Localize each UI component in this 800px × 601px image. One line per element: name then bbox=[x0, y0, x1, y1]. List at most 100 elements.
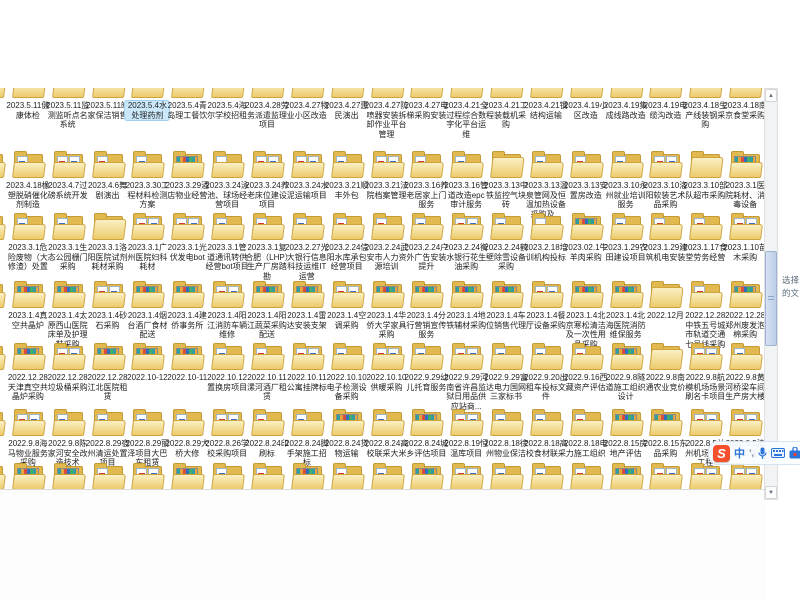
folder-label: 2023.3.21顺丰外包 bbox=[325, 181, 369, 200]
folder-icon bbox=[450, 150, 482, 178]
folder-item[interactable]: 2022.10-12 bbox=[127, 342, 167, 414]
folder-label: 2023.1.4分行营销宣传服务 bbox=[404, 311, 448, 340]
folder-item[interactable]: 2023.02.1牛羊肉采购 bbox=[566, 212, 606, 284]
folder-item[interactable]: 2023.2.18培训机构投标 bbox=[526, 212, 566, 284]
folder-icon bbox=[12, 150, 44, 178]
folder-icon bbox=[251, 212, 283, 240]
folder-label: 2022.8.18高校食材联采 bbox=[524, 439, 568, 458]
folder-label: 2023.3.13中铁监控气块砖 bbox=[484, 181, 528, 210]
folder-icon bbox=[649, 462, 681, 490]
folder-label: 2022.8.24印刷标 bbox=[245, 439, 289, 458]
folder-icon bbox=[729, 280, 761, 308]
folder-item[interactable]: 2023.3.1光伏发电bot bbox=[167, 212, 207, 284]
folder-item[interactable]: 2022.10-11 bbox=[167, 342, 207, 414]
folder-icon bbox=[92, 150, 124, 178]
folder-item[interactable]: 2023.3.1复合肥（LHP）生产厂房踏勘 bbox=[247, 212, 287, 284]
keyboard-icon[interactable] bbox=[771, 448, 785, 458]
folder-item[interactable]: 2022.9.8南通农业竞价 bbox=[645, 342, 685, 414]
folder-icon bbox=[291, 280, 323, 308]
scroll-down-button[interactable]: ▼ bbox=[765, 486, 777, 499]
folder-icon bbox=[92, 462, 124, 490]
folder-icon bbox=[450, 408, 482, 436]
folder-icon bbox=[570, 280, 602, 308]
folder-label: 2023.3.1管道通讯转供经营bot项目 bbox=[205, 243, 249, 272]
folder-item[interactable]: 2022.9.8黄河桥梁车间生产房大楼 bbox=[725, 342, 765, 414]
folder-icon bbox=[649, 342, 681, 370]
folder-icon bbox=[52, 150, 84, 178]
folder-icon bbox=[52, 212, 84, 240]
folder-item[interactable]: 2023.3.1管道通讯转供经营bot项目 bbox=[207, 212, 247, 284]
ime-language-indicator[interactable]: 中 bbox=[734, 445, 745, 461]
folder-label: 2023.3.29酒店物业经营 bbox=[165, 181, 209, 200]
folder-label: 2022.8.24货物运输 bbox=[325, 439, 369, 458]
folder-icon bbox=[12, 280, 44, 308]
scrollbar-thumb[interactable] bbox=[765, 251, 777, 346]
ime-toolbar[interactable]: S 中 ’, bbox=[708, 441, 800, 465]
scroll-up-button[interactable]: ▲ bbox=[765, 89, 777, 102]
folder-item[interactable]: 2022.12.28天津真空共晶炉采购 bbox=[8, 342, 48, 414]
folder-item[interactable]: 2023.2.24鹤壁除雪设备采购 bbox=[486, 212, 526, 284]
folder-label: 2023.5.4水处理药剂 bbox=[125, 101, 169, 120]
folder-label: 2023.1.4烟台酒厂食材配送 bbox=[125, 311, 169, 340]
sogou-logo-icon[interactable]: S bbox=[713, 445, 730, 462]
folder-item[interactable]: 2022.10.11公寓挂牌标 bbox=[287, 342, 327, 414]
folder-item[interactable]: 2023.1.10苗木采购 bbox=[725, 212, 765, 284]
folder-item[interactable]: 2022.10.10电子检测设备采购 bbox=[327, 342, 367, 414]
folder-item[interactable]: 2022.12.28垃圾桶采购 bbox=[48, 342, 88, 414]
folder-item[interactable]: 2022.10.10供暖采购 bbox=[367, 342, 407, 414]
folder-item[interactable]: 2023.3.1洛阳医院试剂耗材采购 bbox=[88, 212, 128, 284]
folder-label: 2022.10-11 bbox=[165, 373, 209, 383]
folder-icon bbox=[649, 150, 681, 178]
folder-icon bbox=[610, 462, 642, 490]
folder-label: 2022.10.10电子检测设备采购 bbox=[325, 373, 369, 402]
folder-item[interactable]: 2023.3.1广州医院妇科耗材 bbox=[127, 212, 167, 284]
folder-item[interactable]: 2023.1.29建筑机电安装 bbox=[645, 212, 685, 284]
folder-label: 2022.8.29大桥大修 bbox=[165, 439, 209, 458]
folder-label: 2023.4.21工程装载机采购 bbox=[484, 101, 528, 130]
folder-item[interactable]: 2022.10.11漯河酒厂租赁 bbox=[247, 342, 287, 414]
folder-item[interactable]: 2022.10.12置换房项目 bbox=[207, 342, 247, 414]
folder-icon bbox=[689, 150, 721, 178]
folder-icon bbox=[211, 462, 243, 490]
folder-item[interactable]: 2022.9.29河南省许昌监狱日用品供应站商... bbox=[446, 342, 486, 414]
folder-item[interactable]: 2023.3.1生态公园栅门采购 bbox=[48, 212, 88, 284]
folder-icon bbox=[92, 280, 124, 308]
microphone-icon[interactable] bbox=[758, 447, 767, 460]
folder-label: 2022.8.19恒温库项目 bbox=[444, 439, 488, 458]
folder-icon bbox=[171, 462, 203, 490]
toolbox-icon[interactable] bbox=[789, 447, 800, 459]
folder-icon bbox=[92, 408, 124, 436]
folder-item[interactable]: 2023.2.24衡水银行花生油采购 bbox=[446, 212, 486, 284]
folder-label: 2023.4.21钢结构运输 bbox=[524, 101, 568, 120]
folder-label: 2023.1.4真空共晶炉 bbox=[6, 311, 50, 330]
ime-punctuation-indicator[interactable]: ’, bbox=[749, 448, 754, 458]
folder-label: 2023.4.18生产线装钢采购 bbox=[683, 101, 727, 130]
folder-item[interactable]: 2023.2.24武安市人力资源培训 bbox=[367, 212, 407, 284]
folder-item[interactable]: 2023.1.29农田建设项目 bbox=[606, 212, 646, 284]
folder-icon bbox=[251, 342, 283, 370]
folder-item[interactable]: 2022.9.29富达电力国网三家标书 bbox=[486, 342, 526, 414]
folder-label: 2022.9.16西藏资产评估 bbox=[564, 373, 608, 392]
folder-icon bbox=[0, 150, 4, 178]
folder-label: 2022.8.18电力施工组织 bbox=[564, 439, 608, 458]
folder-icon bbox=[371, 342, 403, 370]
folder-item[interactable]: 2022.9.8航模机场场景刷名卡项目 bbox=[685, 342, 725, 414]
folder-icon bbox=[251, 408, 283, 436]
folder-icon bbox=[649, 280, 681, 308]
folder-item[interactable]: 2022.9.29幼儿托育服务 bbox=[406, 342, 446, 414]
folder-label: 2023.5.4青岛理工餐饮 bbox=[165, 101, 209, 120]
folder-label: 2023.2.24户外广告安装提升 bbox=[404, 243, 448, 272]
folder-item[interactable]: 2023.2.24户外广告安装提升 bbox=[406, 212, 446, 284]
folder-item[interactable]: 2023.3.1危险废物（大修渣）处置 bbox=[8, 212, 48, 284]
folder-item[interactable]: 2022.9.8隧道施工组织设计 bbox=[606, 342, 646, 414]
folder-icon bbox=[689, 212, 721, 240]
folder-item[interactable]: 2022.9.16西藏资产评估 bbox=[566, 342, 606, 414]
folder-item[interactable]: 2023.1.17食堂劳务经营 bbox=[685, 212, 725, 284]
folder-item[interactable]: 2023.2.24信阳水库承包经营项目 bbox=[327, 212, 367, 284]
folder-item[interactable]: 2022.9.20出租车投标文件 bbox=[526, 342, 566, 414]
folder-item[interactable]: 2023.2.27光大银行信息科技运维IT运营 bbox=[287, 212, 327, 284]
folder-item[interactable]: 2022.12.28江北医院租赁 bbox=[88, 342, 128, 414]
folder-icon bbox=[570, 212, 602, 240]
vertical-scrollbar[interactable]: ▲ ▼ bbox=[764, 88, 778, 500]
folder-icon bbox=[610, 342, 642, 370]
